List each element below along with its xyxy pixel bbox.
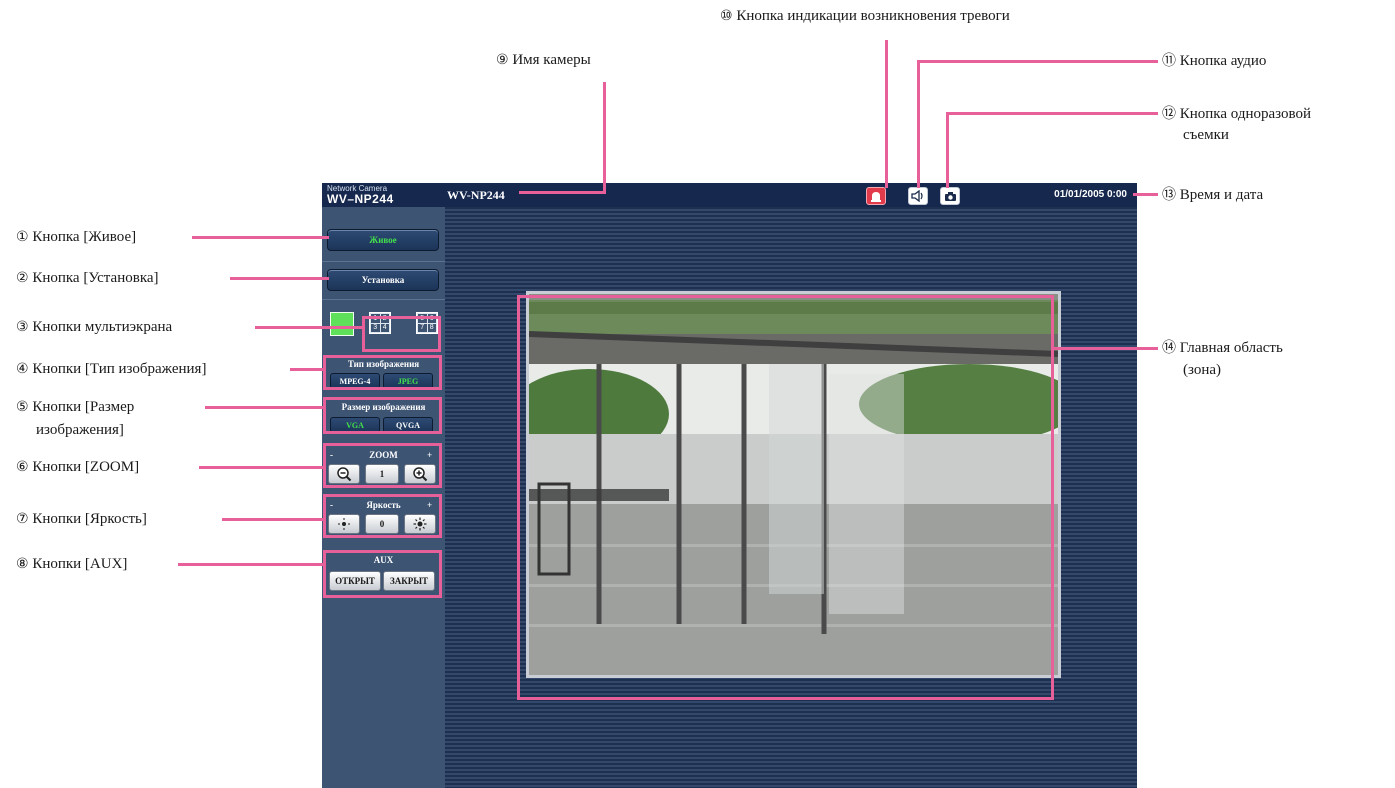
callout-main-area: ⑭ Главная область [1162,340,1283,357]
callout-multiscreen: ③ Кнопки мультиэкрана [16,319,172,336]
callout-text: Кнопки [ZOOM] [32,459,140,475]
callout-number: ⑦ [16,511,29,527]
callout-text: Кнопка одноразовой [1179,106,1312,122]
callout-text: Время и дата [1179,187,1264,203]
callout-text: Кнопки [AUX] [32,556,128,572]
callout-image-type: ④ Кнопки [Тип изображения] [16,361,206,378]
callout-alarm: ⑩ Кнопка индикации возникновения тревоги [720,8,1010,25]
highlight-image-size [323,397,442,434]
callout-text: Кнопка аудио [1179,53,1267,69]
live-button[interactable]: Живое [327,229,439,251]
callout-text: Кнопка индикации возникновения тревоги [736,8,1010,24]
callout-number: ⑤ [16,399,29,415]
single-screen-button[interactable] [330,312,354,336]
callout-main-area-line2: (зона) [1183,362,1222,378]
callout-snapshot: ⑫ Кнопка одноразовой [1162,106,1311,123]
leader-line [946,112,1158,115]
callout-text: Кнопки [Яркость] [32,511,147,527]
callout-number: ⑥ [16,459,29,475]
callout-number: ⑪ [1162,53,1176,69]
callout-text: Кнопка [Живое] [32,229,137,245]
highlight-aux [323,550,442,598]
leader-line [519,191,606,194]
divider [322,261,445,262]
callout-number: ④ [16,361,29,377]
leader-line [917,60,1158,63]
highlight-image-type [323,355,442,390]
setup-button[interactable]: Установка [327,269,439,291]
callout-datetime: ⑬ Время и дата [1162,187,1263,204]
leader-line [1133,193,1158,196]
callout-text: Кнопки [Размер [32,399,135,415]
leader-line [199,466,324,469]
callout-text: Кнопка [Установка] [32,270,159,286]
audio-button[interactable] [908,187,928,205]
highlight-main-area [517,295,1054,700]
callout-setup: ② Кнопка [Установка] [16,270,159,287]
callout-text: Кнопки [Тип изображения] [32,361,207,377]
callout-number: ⑭ [1162,340,1176,356]
divider [322,299,445,300]
callout-zoom: ⑥ Кнопки [ZOOM] [16,459,139,476]
callout-number: ⑬ [1162,187,1176,203]
leader-line [255,326,363,329]
callout-image-size: ⑤ Кнопки [Размер [16,399,134,416]
callout-number: ⑧ [16,556,29,572]
callout-aux: ⑧ Кнопки [AUX] [16,556,127,573]
leader-line [230,277,329,280]
leader-line [192,236,329,239]
leader-line [178,563,324,566]
camera-icon [944,191,956,201]
callout-text: Имя камеры [512,52,591,68]
callout-number: ② [16,270,29,286]
callout-text: Главная область [1179,340,1283,356]
callout-number: ⑫ [1162,106,1176,122]
camera-name: WV-NP244 [447,188,505,202]
alarm-button[interactable] [866,187,886,205]
brand-model: WV–NP244 [327,192,394,206]
speaker-icon [911,190,923,202]
leader-line [603,82,606,194]
date-time: 01/01/2005 0:00 [1054,189,1127,200]
top-bar: Network Camera WV–NP244 WV-NP244 01/01/2… [322,183,1137,207]
leader-line [1054,347,1158,350]
leader-line [290,368,324,371]
callout-snapshot-line2: съемки [1183,127,1229,143]
leader-line [917,60,920,188]
highlight-brightness [323,494,442,538]
leader-line [946,112,949,188]
callout-text: Кнопки мультиэкрана [32,319,173,335]
leader-line [205,406,324,409]
leader-line [885,40,888,188]
callout-number: ③ [16,319,29,335]
callout-audio: ⑪ Кнопка аудио [1162,53,1266,70]
highlight-zoom [323,443,442,488]
callout-number: ① [16,229,29,245]
callout-image-size-line2: изображения] [36,422,124,438]
callout-live: ① Кнопка [Живое] [16,229,136,246]
snapshot-button[interactable] [940,187,960,205]
alarm-bell-icon [871,191,881,202]
callout-camera-name: ⑨ Имя камеры [496,52,591,69]
callout-number: ⑨ [496,52,509,68]
leader-line [222,518,324,521]
callout-number: ⑩ [720,8,733,24]
callout-brightness: ⑦ Кнопки [Яркость] [16,511,147,528]
highlight-multiscreen [362,316,441,352]
